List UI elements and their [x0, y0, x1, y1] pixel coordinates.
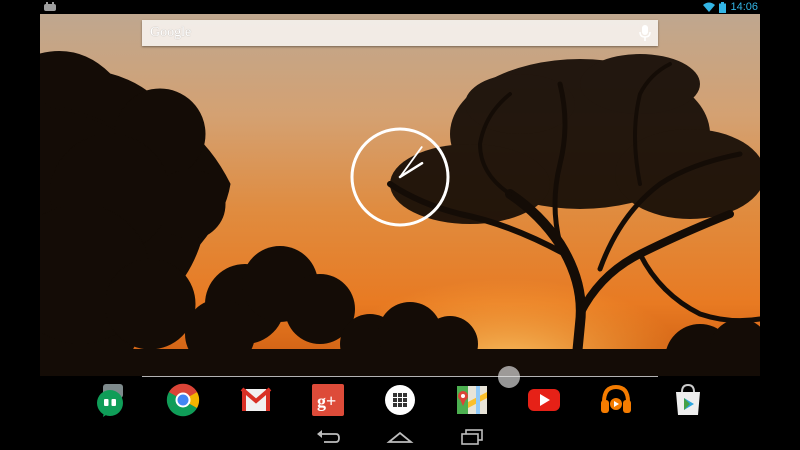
clock-hour-hand	[398, 161, 424, 179]
status-bar: 14:06	[0, 0, 800, 14]
wifi-icon	[703, 2, 716, 12]
headphones-icon[interactable]	[598, 382, 634, 418]
status-icons: 14:06	[703, 0, 758, 14]
mic-icon[interactable]	[638, 24, 652, 42]
status-time: 14:06	[730, 1, 758, 13]
back-icon[interactable]	[314, 428, 342, 446]
gmail-icon[interactable]	[238, 382, 274, 418]
android-notification-icon	[44, 2, 56, 11]
maps-icon[interactable]	[454, 382, 490, 418]
clock-minute-hand	[399, 146, 423, 178]
svg-text:g+: g+	[317, 391, 336, 411]
search-label: Google	[150, 25, 192, 40]
app-drawer-icon[interactable]	[382, 382, 418, 418]
analog-clock-widget[interactable]	[349, 126, 451, 228]
page-indicator	[498, 366, 520, 388]
home-screen-wallpaper: Google	[40, 14, 760, 376]
hangouts-icon[interactable]	[93, 382, 129, 418]
dock-divider	[142, 376, 658, 377]
play-store-icon[interactable]	[670, 382, 706, 418]
youtube-icon[interactable]	[526, 382, 562, 418]
battery-icon	[719, 1, 727, 13]
home-icon[interactable]	[386, 428, 414, 446]
google-plus-icon[interactable]: g+	[310, 382, 346, 418]
chrome-icon[interactable]	[165, 382, 201, 418]
recent-apps-icon[interactable]	[458, 428, 486, 446]
google-search-bar[interactable]: Google	[142, 20, 658, 46]
